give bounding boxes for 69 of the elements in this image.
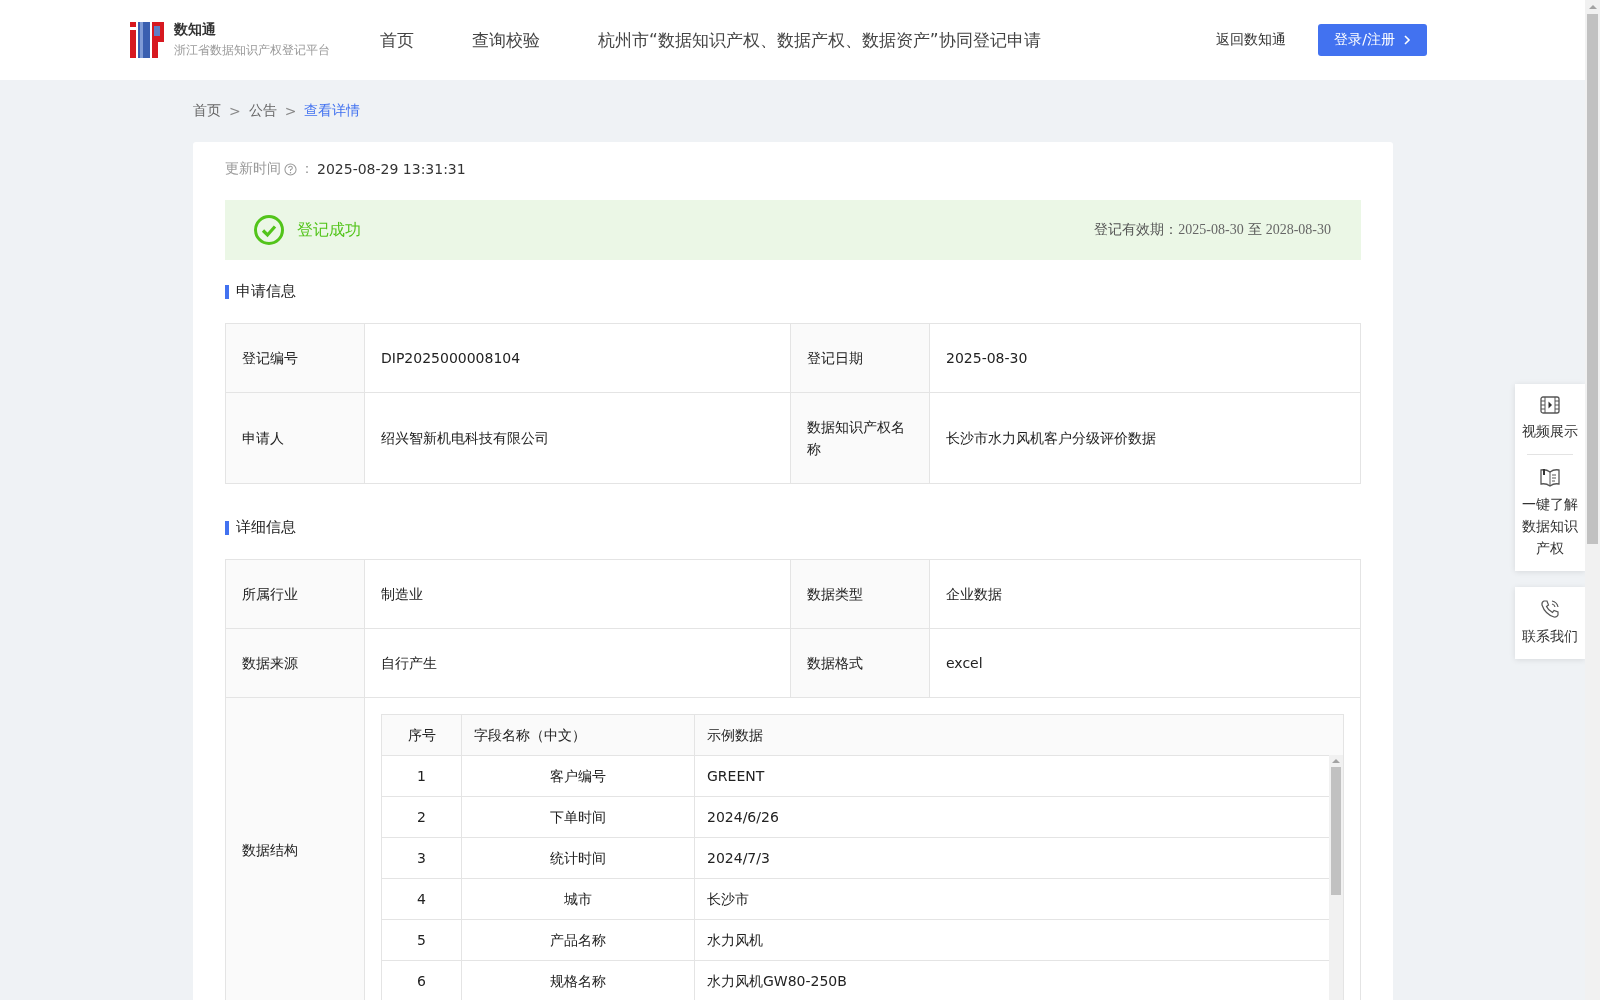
table-cell: 统计时间 — [461, 837, 695, 879]
side-item[interactable]: 联系我们 — [1521, 599, 1579, 647]
validity-to: 至 — [1247, 221, 1262, 239]
field-value: 自行产生 — [364, 628, 791, 698]
arrow-up-icon[interactable] — [1331, 757, 1341, 765]
field-value: excel — [929, 628, 1361, 698]
column-header: 序号 — [381, 714, 462, 756]
section-marker — [225, 520, 229, 535]
section-marker — [225, 284, 229, 299]
film-play-icon — [1540, 396, 1560, 414]
table-cell: 客户编号 — [461, 755, 695, 797]
status-text: 登记成功 — [297, 219, 361, 241]
check-circle-icon — [253, 214, 285, 246]
side-item[interactable]: 一键了解数据知识产权 — [1521, 467, 1579, 559]
field-value: 2025-08-30 — [929, 323, 1361, 393]
login-button[interactable]: 登录/注册 — [1318, 24, 1427, 56]
breadcrumb-link[interactable]: 查看详情 — [304, 102, 361, 120]
field-label: 数据类型 — [790, 559, 930, 629]
side-item[interactable]: 视频展示 — [1521, 396, 1579, 442]
phone-icon — [1540, 599, 1560, 619]
table-cell: 5 — [381, 919, 462, 961]
table-cell: 下单时间 — [461, 796, 695, 838]
arrow-up-icon[interactable] — [1587, 3, 1598, 11]
table-cell: 2 — [381, 796, 462, 838]
column-header: 字段名称（中文） — [461, 714, 695, 756]
logo-icon[interactable] — [130, 22, 164, 58]
section-title: 详细信息 — [236, 518, 296, 537]
chevron-right-icon — [1403, 34, 1411, 46]
field-label: 登记日期 — [790, 323, 930, 393]
update-time-label: 更新时间 — [225, 160, 281, 178]
table-cell: 1 — [381, 755, 462, 797]
section-title: 申请信息 — [236, 282, 296, 301]
field-label: 登记编号 — [225, 323, 365, 393]
column-header: 示例数据 — [694, 714, 1344, 756]
table-cell: 产品名称 — [461, 919, 695, 961]
scrollbar[interactable] — [1329, 755, 1343, 1000]
field-value: 绍兴智新机电科技有限公司 — [364, 392, 791, 484]
table-cell: 城市 — [461, 878, 695, 920]
validity-start: 2025-08-30 — [1178, 222, 1244, 238]
back-link[interactable]: 返回数知通 — [1216, 31, 1287, 49]
field-label: 申请人 — [225, 392, 365, 484]
table-cell: 3 — [381, 837, 462, 879]
validity-end: 2028-08-30 — [1265, 222, 1331, 238]
validity-label: 登记有效期： — [1094, 221, 1179, 239]
book-icon — [1539, 467, 1561, 487]
field-label: 数据格式 — [790, 628, 930, 698]
table-cell: 6 — [381, 960, 462, 1000]
nav-link[interactable]: 查询校验 — [472, 28, 540, 52]
table-cell: 4 — [381, 878, 462, 920]
field-label: 数据知识产权名称 — [790, 392, 930, 484]
field-label: 所属行业 — [225, 559, 365, 629]
breadcrumb-separator: > — [284, 103, 297, 119]
update-time-value: 2025-08-29 13:31:31 — [317, 161, 466, 177]
field-label: 数据来源 — [225, 628, 365, 698]
help-icon[interactable] — [284, 162, 297, 176]
field-value: 长沙市水力风机客户分级评价数据 — [929, 392, 1361, 484]
logo-title: 数知通 — [174, 21, 217, 39]
nav-link[interactable]: 首页 — [380, 28, 414, 52]
breadcrumb-separator: > — [229, 103, 241, 119]
field-value: 企业数据 — [929, 559, 1361, 629]
page-scrollbar[interactable] — [1585, 0, 1600, 1000]
field-value: 制造业 — [364, 559, 791, 629]
update-time-separator: ： — [300, 160, 314, 178]
breadcrumb-link[interactable]: 首页 — [193, 102, 221, 120]
nav-link[interactable]: 杭州市“数据知识产权、数据产权、数据资产”协同登记申请 — [598, 28, 1041, 52]
breadcrumb-link[interactable]: 公告 — [248, 102, 277, 120]
field-label: 数据结构 — [225, 697, 365, 1000]
logo-subtitle: 浙江省数据知识产权登记平台 — [174, 42, 330, 59]
field-value: DIP2025000008104 — [364, 323, 791, 393]
